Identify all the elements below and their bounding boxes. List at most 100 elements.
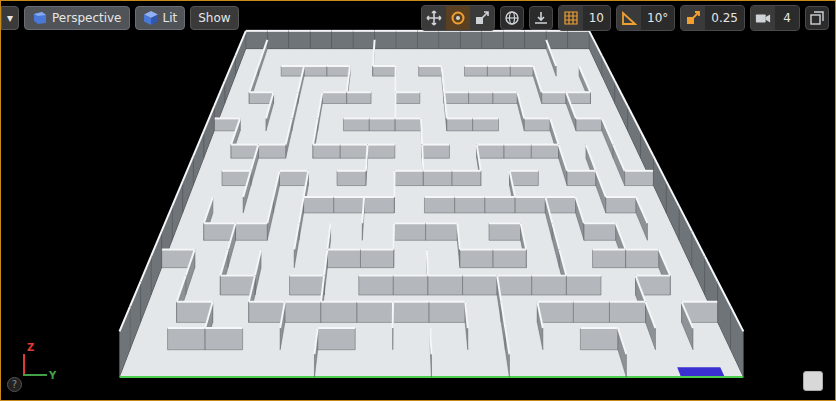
snap-value[interactable]: 10° (641, 6, 674, 30)
maze-wall (310, 31, 331, 49)
wall-top (251, 145, 259, 171)
view-button-label: Perspective (52, 11, 122, 25)
wall-top (294, 223, 299, 249)
wall-top (267, 30, 288, 32)
wall-top (545, 196, 575, 198)
snap-toggle[interactable] (681, 6, 705, 30)
maze-wall (168, 328, 206, 350)
axis-label: Z (27, 342, 34, 353)
maximize-icon (809, 10, 825, 26)
maze-wall (679, 206, 692, 268)
wall-top (566, 92, 576, 118)
transform-tool[interactable] (422, 6, 446, 30)
view-button[interactable]: Lit (135, 6, 186, 30)
help-button[interactable]: ? (7, 377, 22, 392)
axis-label: Y (49, 370, 56, 381)
viewport-toolbar: ▾ Perspective Lit Show 10 10° 0.25 4 (1, 5, 835, 31)
wall-top (258, 40, 267, 66)
wall-top (586, 145, 596, 171)
maze-wall (273, 171, 279, 213)
lit-cube-icon (143, 10, 159, 26)
wall-top (422, 144, 449, 146)
viewport-menu-button[interactable]: ▾ (1, 6, 19, 30)
maze-wall (501, 302, 505, 350)
maze-wall (457, 223, 460, 267)
maze-wall (584, 223, 616, 240)
wall-top (334, 196, 364, 198)
maze-wall (625, 171, 654, 186)
maze-wall (505, 328, 509, 377)
maze-wall (258, 145, 285, 159)
wall-top (321, 276, 324, 302)
wall-top (368, 144, 395, 146)
wall-top (542, 91, 566, 93)
view-button[interactable]: Perspective (24, 6, 130, 30)
wall-top (183, 156, 194, 181)
coordinate-space-button[interactable] (500, 6, 524, 30)
wall-top (487, 65, 510, 67)
view-button[interactable]: Show (190, 6, 238, 30)
wall-top (289, 30, 310, 32)
surface-snapping-button[interactable] (529, 6, 553, 30)
maze-wall (172, 181, 183, 240)
wall-top (424, 196, 454, 198)
viewport[interactable]: ▾ Perspective Lit Show 10 10° 0.25 4 Z Y… (0, 0, 836, 401)
wall-top (429, 301, 465, 303)
snap-value[interactable]: 10 (583, 6, 610, 30)
maze-wall (552, 223, 559, 267)
wall-top (602, 118, 613, 144)
maximize-button[interactable] (805, 6, 829, 30)
maze-wall (504, 145, 531, 159)
maze-wall (428, 276, 463, 295)
snap-toggle[interactable] (559, 6, 583, 30)
view-button-label: Show (198, 11, 230, 25)
wall-top (550, 118, 558, 144)
maze-wall (613, 145, 624, 186)
maze-wall (364, 197, 394, 213)
maze-wall (537, 302, 573, 323)
maze-wall (602, 56, 615, 104)
maze-wall (119, 306, 130, 377)
wall-top (343, 117, 369, 119)
wall-top (469, 91, 493, 93)
maze-wall (593, 249, 626, 267)
wall-top (235, 31, 246, 56)
transform-tools (421, 5, 495, 31)
maze-wall (487, 66, 510, 76)
translate-icon (426, 10, 442, 26)
transform-tool[interactable] (446, 6, 470, 30)
corner-button[interactable] (803, 371, 823, 391)
wall-top (314, 328, 317, 354)
camera-speed-value[interactable]: 4 (775, 6, 799, 30)
wall-top (636, 197, 647, 223)
wall-top (373, 65, 396, 67)
maze-wall (281, 66, 304, 76)
maze-wall (285, 302, 321, 323)
wall-top (172, 181, 183, 206)
snap-toggle[interactable] (617, 6, 641, 30)
snap-value[interactable]: 0.25 (705, 6, 744, 30)
maze-wall (439, 31, 460, 49)
wall-top (718, 281, 731, 306)
wall-top (626, 248, 659, 250)
camera-speed-toggle[interactable] (751, 6, 775, 30)
maze-wall (236, 223, 268, 240)
wall-top (321, 301, 357, 303)
transform-tool[interactable] (470, 6, 494, 30)
wall-top (359, 275, 394, 277)
maze-wall (243, 171, 251, 213)
wall-top (584, 222, 616, 224)
wall-top (552, 223, 559, 249)
maze-wall (692, 231, 705, 295)
wall-top (447, 117, 473, 119)
wall-top (220, 275, 255, 277)
wall-top (532, 275, 567, 277)
wall-top (559, 145, 567, 171)
maze-wall (343, 118, 369, 130)
wall-top (222, 170, 251, 172)
wall-top (419, 65, 442, 67)
wall-top (249, 301, 285, 303)
wall-top (214, 117, 240, 119)
wall-top (298, 66, 304, 92)
snap-control: 10° (616, 5, 675, 31)
